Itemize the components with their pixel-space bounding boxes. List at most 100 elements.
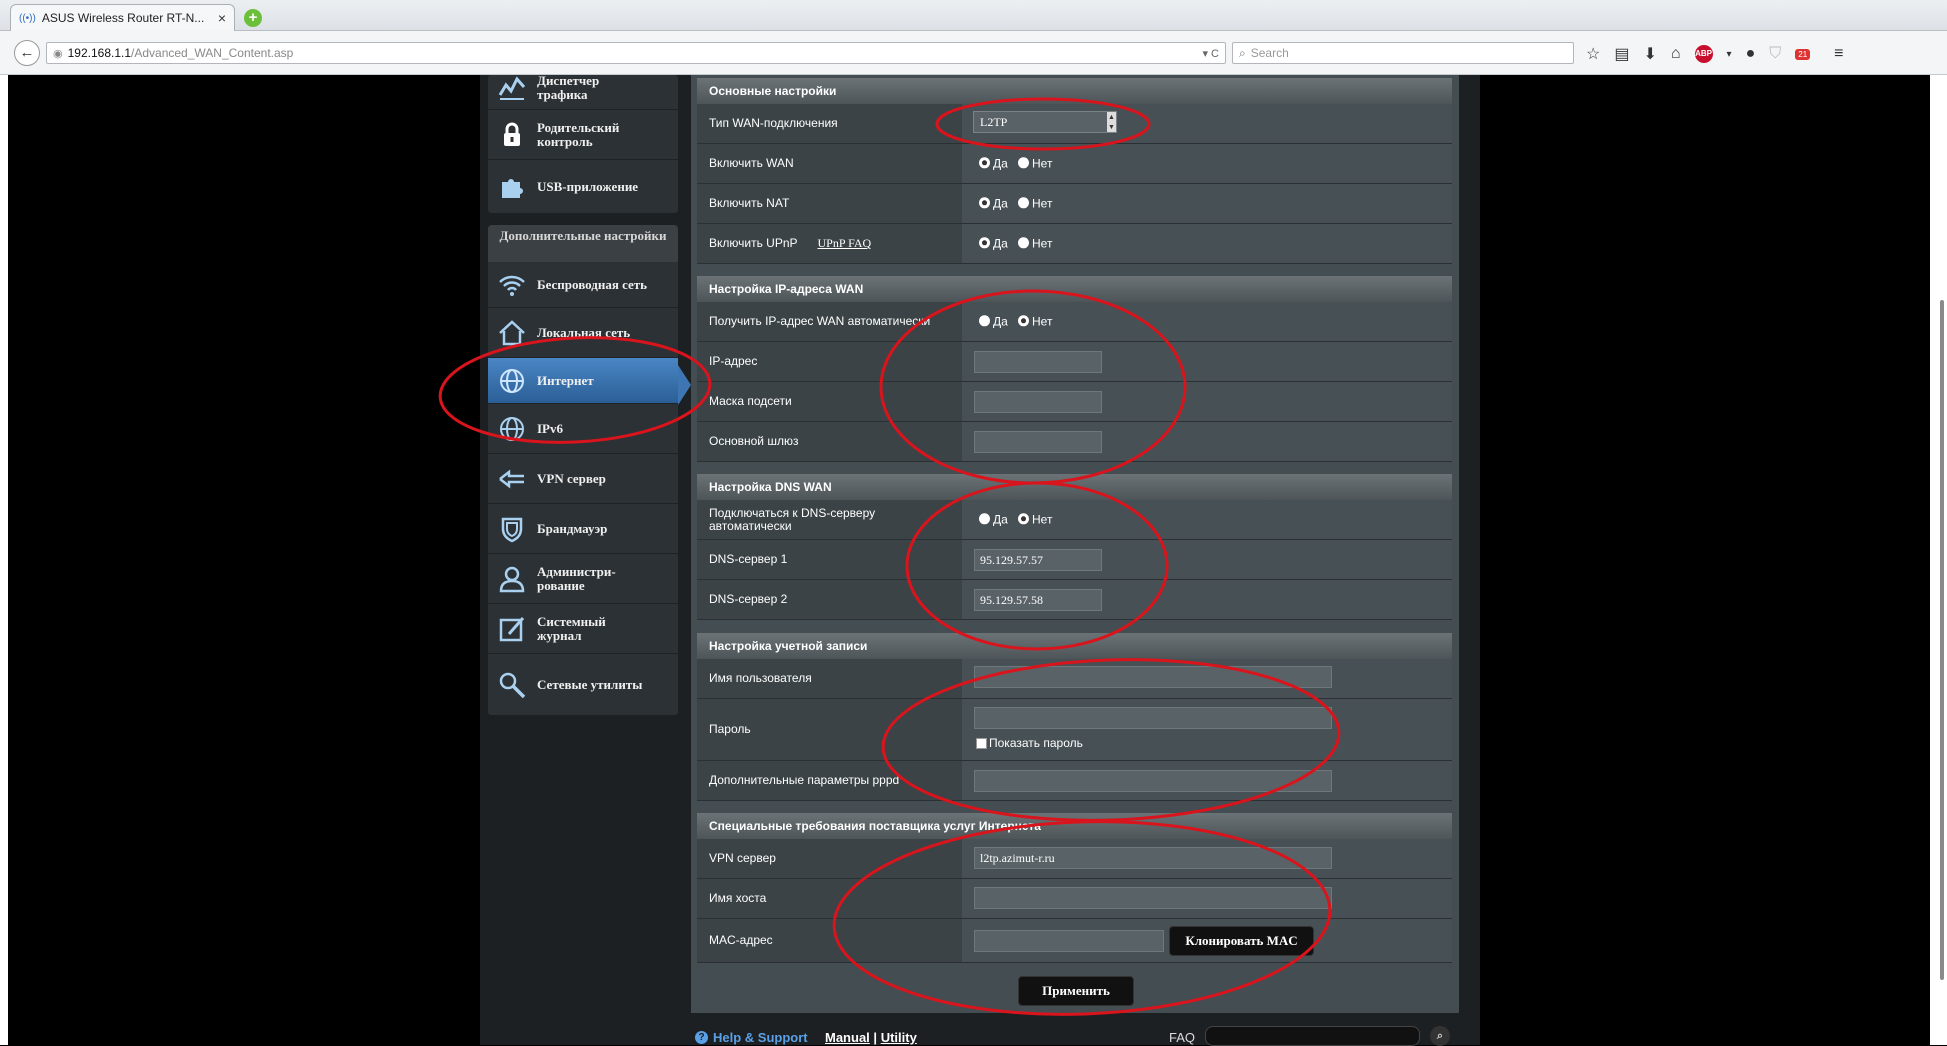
radio-label: Да xyxy=(993,313,1008,328)
faq-search-icon[interactable]: ⌕ xyxy=(1430,1026,1450,1046)
enable-upnp-no-radio[interactable]: Нет xyxy=(1018,236,1052,250)
download-icon[interactable]: ⬇ xyxy=(1643,44,1656,64)
menu-item-administration[interactable]: Администри-рование xyxy=(488,554,678,604)
search-placeholder: Search xyxy=(1250,46,1289,60)
dns-auto-yes-radio[interactable]: Да xyxy=(979,512,1008,526)
footer: ? Help & Support Manual | Utility FAQ ⌕ xyxy=(695,1026,1455,1046)
log-edit-icon xyxy=(499,616,525,641)
calendar-extension-icon[interactable]: 21 xyxy=(1795,48,1811,60)
mac-address-input[interactable] xyxy=(974,930,1164,952)
menu-item-wireless[interactable]: Беспроводная сеть xyxy=(488,262,678,308)
enable-upnp-text: Включить UPnP xyxy=(709,236,798,250)
ip-address-input[interactable] xyxy=(974,351,1102,373)
reload-icon[interactable]: ▾ C xyxy=(1202,47,1219,60)
row-wan-type: Тип WAN-подключения L2TP ▲ ▼ xyxy=(697,104,1452,144)
ip-auto-no-radio[interactable]: Нет xyxy=(1018,314,1052,328)
menu-item-parental-control[interactable]: Родительский контроль xyxy=(488,110,678,160)
enable-upnp-label: Включить UPnP UPnP FAQ xyxy=(709,224,969,263)
menu-advanced-heading: Дополнительные настройки xyxy=(488,225,678,262)
adblock-icon[interactable]: ABP xyxy=(1694,45,1713,63)
browser-tab[interactable]: ((•)) ASUS Wireless Router RT-N... × xyxy=(10,4,235,31)
password-input[interactable] xyxy=(974,707,1332,729)
menu-item-label: Беспроводная сеть xyxy=(537,276,648,292)
dns2-input[interactable]: 95.129.57.58 xyxy=(974,589,1102,611)
enable-nat-yes-radio[interactable]: Да xyxy=(979,196,1008,210)
menu-item-internet[interactable]: Интернет xyxy=(488,358,678,404)
back-arrow-icon[interactable]: ← xyxy=(14,40,40,66)
menu-item-traffic-manager[interactable]: Диспетчер трафика xyxy=(488,67,678,110)
menu-item-label: Администри-рование xyxy=(537,563,616,593)
menu-item-ipv6[interactable]: IPv6 xyxy=(488,404,678,454)
enable-upnp-yes-radio[interactable]: Да xyxy=(979,236,1008,250)
radio-dot xyxy=(979,237,990,249)
show-password-checkbox[interactable]: Показать пароль xyxy=(976,736,1083,750)
upnp-faq-link[interactable]: UPnP FAQ xyxy=(818,237,872,250)
row-enable-wan: Включить WAN Да Нет xyxy=(697,144,1452,184)
enable-wan-no-radio[interactable]: Нет xyxy=(1018,156,1052,170)
faq-search-input[interactable] xyxy=(1205,1026,1420,1046)
browser-tab-bar: ((•)) ASUS Wireless Router RT-N... × + xyxy=(0,0,1947,31)
menu-item-system-log[interactable]: Системный журнал xyxy=(488,604,678,654)
hamburger-menu-icon[interactable]: ≡ xyxy=(1834,45,1843,63)
row-dns1: DNS-сервер 1 95.129.57.57 xyxy=(697,540,1452,580)
menu-item-network-tools[interactable]: Сетевые утилиты xyxy=(488,654,678,715)
lock-icon xyxy=(504,122,520,146)
subnet-mask-label: Маска подсети xyxy=(709,394,792,408)
browser-nav-bar: ← ◉ 192.168.1.1 /Advanced_WAN_Content.as… xyxy=(0,31,1947,75)
site-info-icon[interactable]: ◉ xyxy=(53,47,63,60)
browser-search-input[interactable]: ⌕ Search xyxy=(1232,42,1574,64)
enable-wan-label: Включить WAN xyxy=(709,156,794,170)
menu-item-label: IPv6 xyxy=(537,420,563,436)
enable-wan-yes-radio[interactable]: Да xyxy=(979,156,1008,170)
page-gutter-left xyxy=(0,75,8,1045)
vpn-server-input[interactable]: l2tp.azimut-r.ru xyxy=(974,847,1332,869)
home-icon[interactable]: ⌂ xyxy=(1671,45,1681,63)
url-host: 192.168.1.1 xyxy=(67,46,132,60)
page-gutter-right xyxy=(1930,75,1947,1045)
dns-auto-no-radio[interactable]: Нет xyxy=(1018,512,1052,526)
enable-nat-no-radio[interactable]: Нет xyxy=(1018,196,1052,210)
menu-item-lan[interactable]: Локальная сеть xyxy=(488,308,678,358)
hostname-label: Имя хоста xyxy=(709,891,767,905)
subnet-mask-input[interactable] xyxy=(974,391,1102,413)
utility-link[interactable]: Utility xyxy=(881,1030,917,1045)
row-password: Пароль Показать пароль xyxy=(697,699,1452,761)
vpn-server-label: VPN сервер xyxy=(709,851,776,865)
menu-advanced-block: Беспроводная сеть Локальная сеть Интерне… xyxy=(488,262,678,715)
menu-item-firewall[interactable]: Брандмауэр xyxy=(488,504,678,554)
wan-type-select[interactable]: L2TP ▲ ▼ xyxy=(973,111,1117,133)
ip-auto-yes-radio[interactable]: Да xyxy=(979,314,1008,328)
password-label: Пароль xyxy=(709,722,751,736)
dns1-input[interactable]: 95.129.57.57 xyxy=(974,549,1102,571)
shield-extension-icon[interactable]: ⛉ xyxy=(1769,45,1781,63)
bookmarks-list-icon[interactable]: ▤ xyxy=(1614,44,1629,64)
wan-type-value: L2TP xyxy=(980,115,1008,129)
home-icon xyxy=(499,319,525,345)
menu-item-usb-app[interactable]: USB-приложение xyxy=(488,160,678,213)
apply-button[interactable]: Применить xyxy=(1018,976,1134,1006)
row-dns2: DNS-сервер 2 95.129.57.58 xyxy=(697,580,1452,620)
row-ip-address: IP-адрес xyxy=(697,342,1452,382)
hostname-input[interactable] xyxy=(974,887,1332,909)
clone-mac-button[interactable]: Клонировать MAC xyxy=(1169,926,1314,956)
dropdown-chevron-icon[interactable]: ▾ xyxy=(1727,49,1732,60)
help-support-link[interactable]: ? Help & Support xyxy=(695,1030,808,1045)
url-bar[interactable]: ◉ 192.168.1.1 /Advanced_WAN_Content.asp … xyxy=(46,42,1226,64)
chat-icon[interactable]: ● xyxy=(1746,45,1756,63)
manual-link[interactable]: Manual xyxy=(825,1030,870,1045)
pppd-input[interactable] xyxy=(974,770,1332,792)
tools-icon xyxy=(499,672,526,698)
select-arrow-icon: ▲ ▼ xyxy=(1107,112,1116,132)
scrollbar-thumb[interactable] xyxy=(1940,300,1944,980)
bookmark-star-icon[interactable]: ☆ xyxy=(1586,44,1600,64)
help-support-text: Help & Support xyxy=(713,1030,808,1045)
close-tab-icon[interactable]: × xyxy=(218,10,226,26)
radio-dot xyxy=(979,197,990,209)
gateway-input[interactable] xyxy=(974,431,1102,453)
radio-label: Да xyxy=(993,155,1008,170)
menu-item-vpn-server[interactable]: VPN сервер xyxy=(488,454,678,504)
new-tab-icon[interactable]: + xyxy=(244,9,262,27)
section-isp-heading: Специальные требования поставщика услуг … xyxy=(697,813,1452,839)
tab-title: ASUS Wireless Router RT-N... xyxy=(41,11,205,25)
username-input[interactable] xyxy=(974,666,1332,688)
